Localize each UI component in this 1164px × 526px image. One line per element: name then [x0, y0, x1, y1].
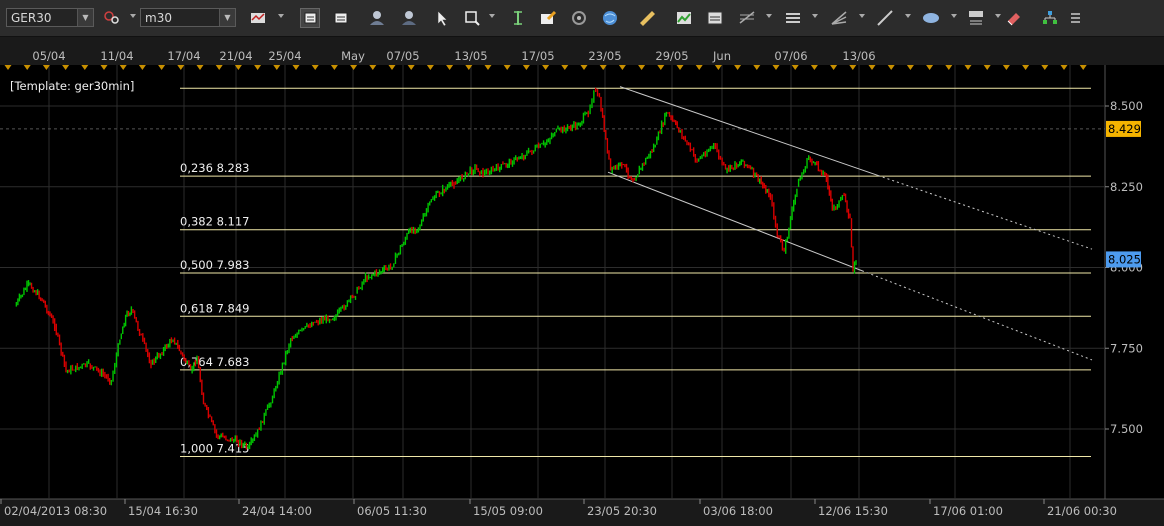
view-mode-1-icon[interactable]	[300, 8, 320, 28]
chevron-down-icon: ▼	[77, 9, 93, 26]
drawing-panel-icon[interactable]	[705, 8, 725, 28]
zoom-icon[interactable]	[462, 8, 482, 28]
crosshair-icon[interactable]	[102, 8, 122, 28]
bottom-time-label: 21/06 00:30	[1047, 504, 1117, 518]
chevron-down-icon[interactable]	[995, 14, 1001, 18]
ellipse-icon[interactable]	[921, 8, 941, 28]
template-label: [Template: ger30min]	[10, 79, 134, 93]
timeframe-select[interactable]: m30 ▼	[140, 8, 236, 27]
chevron-down-icon[interactable]	[905, 14, 911, 18]
y-tick-label: 8.250	[1110, 180, 1143, 194]
channel-icon[interactable]	[783, 8, 803, 28]
fibonacci-level-label: 0,382 8.117	[180, 215, 250, 229]
fibonacci-level-label: 0,618 7.849	[180, 301, 250, 315]
chevron-down-icon[interactable]	[278, 14, 284, 18]
top-time-label: 21/04	[219, 49, 252, 63]
top-time-label: 13/05	[454, 49, 487, 63]
menu-icon[interactable]	[1066, 8, 1086, 28]
y-tick-label: 7.750	[1110, 341, 1143, 355]
chevron-down-icon[interactable]	[130, 14, 136, 18]
tree-icon[interactable]	[1040, 8, 1060, 28]
y-tick-label: 7.500	[1110, 422, 1143, 436]
price-badge-label: 8.025	[1108, 252, 1141, 266]
bottom-time-label: 12/06 15:30	[818, 504, 888, 518]
view-mode-2-icon[interactable]	[331, 8, 351, 28]
fibonacci-level-label: 0,500 7.983	[180, 258, 250, 272]
ruler-icon[interactable]	[637, 8, 657, 28]
indicator-icon[interactable]	[674, 8, 694, 28]
fan-icon[interactable]	[829, 8, 849, 28]
cursor-icon[interactable]	[432, 8, 452, 28]
top-time-label: 07/06	[774, 49, 807, 63]
bottom-time-label: 03/06 18:00	[703, 504, 773, 518]
price-chart[interactable]: 05/04 11/04 17/04 21/04 25/04 May 07/05 13/05 17…	[0, 43, 1164, 526]
chevron-down-icon[interactable]	[766, 14, 772, 18]
top-time-label: 17/05	[521, 49, 554, 63]
top-time-label: 25/04	[268, 49, 301, 63]
symbol-value: GER30	[11, 11, 52, 25]
bottom-time-label: 23/05 20:30	[587, 504, 657, 518]
chevron-down-icon[interactable]	[951, 14, 957, 18]
bottom-time-label: 06/05 11:30	[357, 504, 427, 518]
bar-type-icon[interactable]	[248, 8, 268, 28]
refresh-icon[interactable]	[569, 8, 589, 28]
user-2-icon[interactable]	[399, 8, 419, 28]
toolbar: GER30 ▼ m30 ▼	[0, 0, 1164, 37]
timeframe-value: m30	[145, 11, 172, 25]
top-time-label: 11/04	[100, 49, 133, 63]
top-time-label: 05/04	[32, 49, 65, 63]
user-icon[interactable]	[367, 8, 387, 28]
chevron-down-icon[interactable]	[859, 14, 865, 18]
symbol-select[interactable]: GER30 ▼	[6, 8, 94, 27]
y-tick-label: 8.500	[1110, 99, 1143, 113]
plot-area	[0, 65, 1105, 499]
chevron-down-icon[interactable]	[812, 14, 818, 18]
bottom-time-label: 15/05 09:00	[473, 504, 543, 518]
edit-icon[interactable]	[538, 8, 558, 28]
bottom-time-label: 02/04/2013 08:30	[4, 504, 107, 518]
trendline-icon[interactable]	[875, 8, 895, 28]
top-time-label: 17/04	[167, 49, 200, 63]
bottom-time-label: 15/04 16:30	[128, 504, 198, 518]
top-time-label: May	[341, 49, 365, 63]
top-time-label: Jun	[712, 49, 731, 63]
bottom-time-label: 17/06 01:00	[933, 504, 1003, 518]
price-badge-label: 8.429	[1108, 122, 1141, 136]
vertical-line-icon[interactable]	[508, 8, 528, 28]
chevron-down-icon: ▼	[219, 9, 235, 26]
text-label-icon[interactable]	[966, 8, 986, 28]
chevron-down-icon[interactable]	[489, 14, 495, 18]
fibonacci-icon[interactable]	[737, 8, 757, 28]
eraser-icon[interactable]	[1004, 8, 1024, 28]
top-time-label: 07/05	[386, 49, 419, 63]
fibonacci-level-label: 0,236 8.283	[180, 161, 250, 175]
top-time-label: 29/05	[655, 49, 688, 63]
bottom-time-label: 24/04 14:00	[242, 504, 312, 518]
top-time-label: 23/05	[588, 49, 621, 63]
top-time-label: 13/06	[842, 49, 875, 63]
globe-icon[interactable]	[600, 8, 620, 28]
